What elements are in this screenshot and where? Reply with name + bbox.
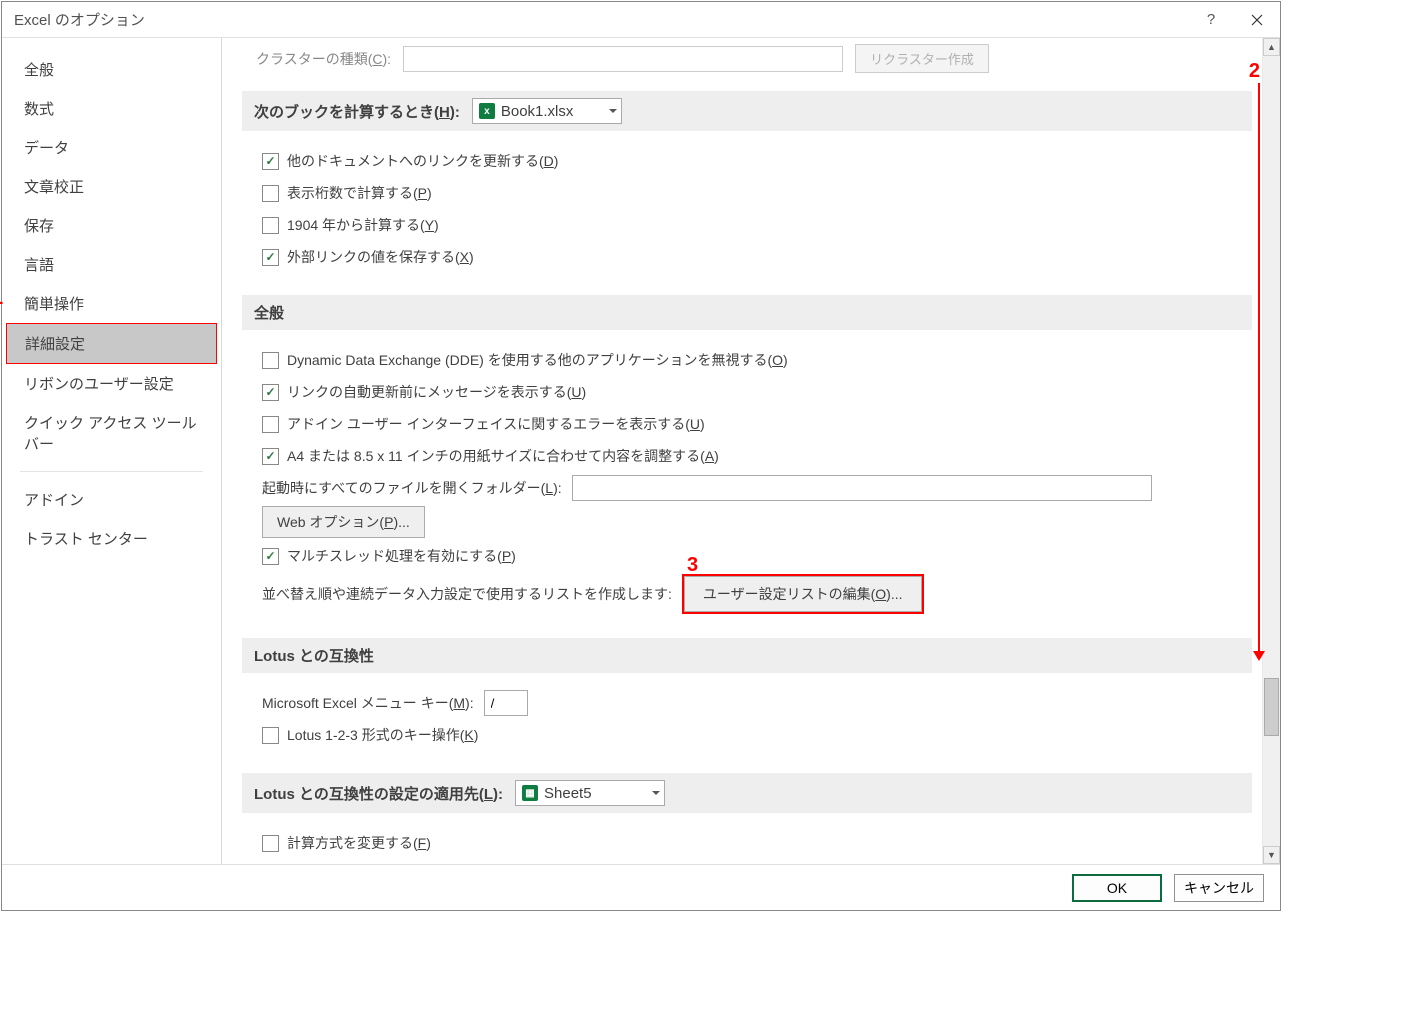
- section-lotus-compat-header: Lotus との互換性: [242, 638, 1252, 673]
- checkbox-transition-formula-eval[interactable]: [262, 835, 279, 852]
- checkbox-addin-ui-errors[interactable]: [262, 416, 279, 433]
- ok-button[interactable]: OK: [1072, 874, 1162, 902]
- cluster-type-label: クラスターの種類(<u>C</u>):クラスターの種類(C):: [256, 49, 391, 69]
- sheet-dropdown[interactable]: ▦ Sheet5: [515, 780, 665, 806]
- close-button[interactable]: [1234, 2, 1280, 38]
- excel-options-dialog: Excel のオプション ? 1 全般 数式 データ 文章校正 保存 言語 簡単…: [1, 1, 1281, 911]
- help-button[interactable]: ?: [1188, 2, 1234, 38]
- checkbox-1904-date[interactable]: [262, 217, 279, 234]
- scroll-track[interactable]: [1263, 56, 1280, 846]
- sidebar-item-save[interactable]: 保存: [6, 206, 217, 245]
- checkbox-ignore-dde[interactable]: [262, 352, 279, 369]
- section-general-header: 全般: [242, 295, 1252, 330]
- workbook-dropdown-value: Book1.xlsx: [501, 103, 574, 120]
- annotation-1: 1: [0, 287, 3, 310]
- web-options-button[interactable]: Web オプション(P)...: [262, 506, 425, 538]
- sidebar-item-ease[interactable]: 簡単操作: [6, 284, 217, 323]
- label-link-update-msg: リンクの自動更新前にメッセージを表示する(U): [287, 382, 586, 402]
- checkbox-a4-letter[interactable]: [262, 448, 279, 465]
- checkbox-save-ext-links[interactable]: [262, 249, 279, 266]
- sidebar-item-data[interactable]: データ: [6, 128, 217, 167]
- checkbox-link-update-msg[interactable]: [262, 384, 279, 401]
- content-panel: 2 クラスターの種類(<u>C</u>):クラスターの種類(C): リクラスター…: [222, 38, 1262, 864]
- chevron-down-icon: [609, 109, 617, 117]
- excel-menu-key-input[interactable]: [484, 690, 528, 716]
- label-1904-date: 1904 年から計算する(Y): [287, 215, 439, 235]
- label-custom-lists: 並べ替え順や連続データ入力設定で使用するリストを作成します:: [262, 584, 672, 604]
- sidebar-item-proofing[interactable]: 文章校正: [6, 167, 217, 206]
- annotation-3: 3: [687, 554, 698, 577]
- label-save-ext-links: 外部リンクの値を保存する(X): [287, 247, 474, 267]
- annotation-2: 2: [1249, 60, 1260, 83]
- label-multithread: マルチスレッド処理を有効にする(P): [287, 546, 516, 566]
- checkbox-precision-as-displayed[interactable]: [262, 185, 279, 202]
- sidebar: 1 全般 数式 データ 文章校正 保存 言語 簡単操作 詳細設定 リボンのユーザ…: [2, 38, 222, 864]
- highlight-edit-lists: ユーザー設定リストの編集(O)...: [682, 574, 924, 614]
- sidebar-divider: [20, 471, 203, 472]
- workbook-dropdown[interactable]: x Book1.xlsx: [472, 98, 622, 124]
- checkbox-multithread[interactable]: [262, 548, 279, 565]
- sidebar-item-ribbon[interactable]: リボンのユーザー設定: [6, 364, 217, 403]
- checkbox-update-links[interactable]: [262, 153, 279, 170]
- section-calc-header: 次のブックを計算するとき(H): x Book1.xlsx: [242, 91, 1252, 131]
- label-update-links: 他のドキュメントへのリンクを更新する(D): [287, 151, 558, 171]
- section-lotus-apply-title: Lotus との互換性の設定の適用先(L):: [254, 783, 503, 804]
- scroll-thumb[interactable]: [1264, 678, 1279, 736]
- label-startup-folder: 起動時にすべてのファイルを開くフォルダー(L):: [262, 478, 562, 498]
- label-a4-letter: A4 または 8.5 x 11 インチの用紙サイズに合わせて内容を調整する(A): [287, 446, 719, 466]
- startup-folder-input[interactable]: [572, 475, 1152, 501]
- sidebar-item-advanced[interactable]: 詳細設定: [6, 323, 217, 364]
- edit-custom-lists-button[interactable]: ユーザー設定リストの編集(O)...: [684, 576, 922, 612]
- sidebar-item-addins[interactable]: アドイン: [6, 480, 217, 519]
- recluster-button[interactable]: リクラスター作成: [855, 44, 989, 73]
- sheet-dropdown-value: Sheet5: [544, 785, 592, 802]
- sidebar-item-language[interactable]: 言語: [6, 245, 217, 284]
- cluster-type-input[interactable]: [403, 46, 843, 72]
- scroll-up-button[interactable]: ▲: [1263, 38, 1280, 56]
- label-transition-formula-eval: 計算方式を変更する(F): [287, 833, 431, 853]
- label-addin-ui-errors: アドイン ユーザー インターフェイスに関するエラーを表示する(U): [287, 414, 705, 434]
- titlebar: Excel のオプション ?: [2, 2, 1280, 38]
- label-excel-menu-key: Microsoft Excel メニュー キー(M):: [262, 693, 474, 713]
- close-icon: [1251, 14, 1263, 26]
- section-lotus-apply-header: Lotus との互換性の設定の適用先(L): ▦ Sheet5: [242, 773, 1252, 813]
- dialog-footer: OK キャンセル: [2, 864, 1280, 910]
- sidebar-item-qat[interactable]: クイック アクセス ツール バー: [6, 403, 217, 463]
- sheet-icon: ▦: [522, 785, 538, 801]
- vertical-scrollbar[interactable]: ▲ ▼: [1262, 38, 1280, 864]
- label-ignore-dde: Dynamic Data Exchange (DDE) を使用する他のアプリケー…: [287, 350, 788, 370]
- chevron-down-icon: [652, 791, 660, 799]
- dialog-body: 1 全般 数式 データ 文章校正 保存 言語 簡単操作 詳細設定 リボンのユーザ…: [2, 38, 1280, 864]
- checkbox-lotus-keys[interactable]: [262, 727, 279, 744]
- label-precision-as-displayed: 表示桁数で計算する(P): [287, 183, 432, 203]
- label-lotus-keys: Lotus 1-2-3 形式のキー操作(K): [287, 725, 478, 745]
- excel-file-icon: x: [479, 103, 495, 119]
- sidebar-item-general[interactable]: 全般: [6, 50, 217, 89]
- annotation-arrow: [1258, 83, 1260, 659]
- sidebar-item-formulas[interactable]: 数式: [6, 89, 217, 128]
- cluster-type-row: クラスターの種類(<u>C</u>):クラスターの種類(C): リクラスター作成: [256, 44, 1252, 73]
- window-title: Excel のオプション: [14, 9, 1188, 30]
- cancel-button[interactable]: キャンセル: [1174, 874, 1264, 902]
- sidebar-item-trust[interactable]: トラスト センター: [6, 519, 217, 558]
- scroll-down-button[interactable]: ▼: [1263, 846, 1280, 864]
- section-calc-title: 次のブックを計算するとき(H):: [254, 101, 460, 122]
